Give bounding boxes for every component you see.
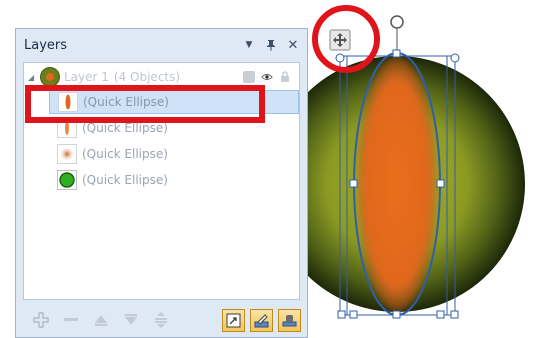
layer-row[interactable]: ◢ Layer 1 (4 Objects) [24,66,299,88]
layer-name: Layer 1 [64,70,109,84]
object-label: (Quick Ellipse) [82,147,168,161]
layer-properties-icon[interactable] [222,308,245,332]
eye-icon[interactable] [261,71,273,83]
edit-layer-icon[interactable] [250,308,273,332]
merge-icon[interactable] [150,309,172,331]
object-row-1[interactable]: (Quick Ellipse) [49,90,299,114]
stamp-layer-icon[interactable] [278,308,301,332]
object-row-3[interactable]: (Quick Ellipse) [57,142,302,166]
layers-list: ◢ Layer 1 (4 Objects) (Quick Ellipse) (Q… [23,62,300,300]
object-label: (Quick Ellipse) [82,173,168,187]
panel-title: Layers [24,37,68,53]
move-down-icon[interactable] [120,309,142,331]
object-label: (Quick Ellipse) [83,95,169,109]
remove-icon[interactable] [60,309,82,331]
orange-ellipse-icon [57,118,77,138]
layers-panel-header: Layers ▼ ✕ [16,29,307,61]
green-circle-icon [57,170,77,190]
move-up-icon[interactable] [90,309,112,331]
layer-thumbnail [40,67,60,87]
add-icon[interactable] [30,309,52,331]
panel-menu-icon[interactable]: ▼ [241,37,257,53]
blur-ellipse-icon [57,144,77,164]
layer-object-count: (4 Objects) [113,70,181,84]
object-row-4[interactable]: (Quick Ellipse) [57,168,302,192]
object-row-2[interactable]: (Quick Ellipse) [57,116,302,140]
layers-toolbar [16,305,307,335]
object-label: (Quick Ellipse) [82,121,168,135]
rotate-handle[interactable] [390,15,404,29]
orange-ellipse-icon [58,92,78,112]
lock-toggle-icon[interactable] [243,71,255,83]
orange-ellipse-shape[interactable] [357,56,437,312]
pin-icon[interactable] [263,37,279,53]
close-icon[interactable]: ✕ [285,37,301,53]
move-handle-icon[interactable] [329,29,351,51]
expand-toggle-icon[interactable]: ◢ [28,73,38,82]
lock-icon[interactable] [279,71,291,83]
layers-panel: Layers ▼ ✕ ◢ Layer 1 (4 Objects) (Quick … [15,28,308,338]
